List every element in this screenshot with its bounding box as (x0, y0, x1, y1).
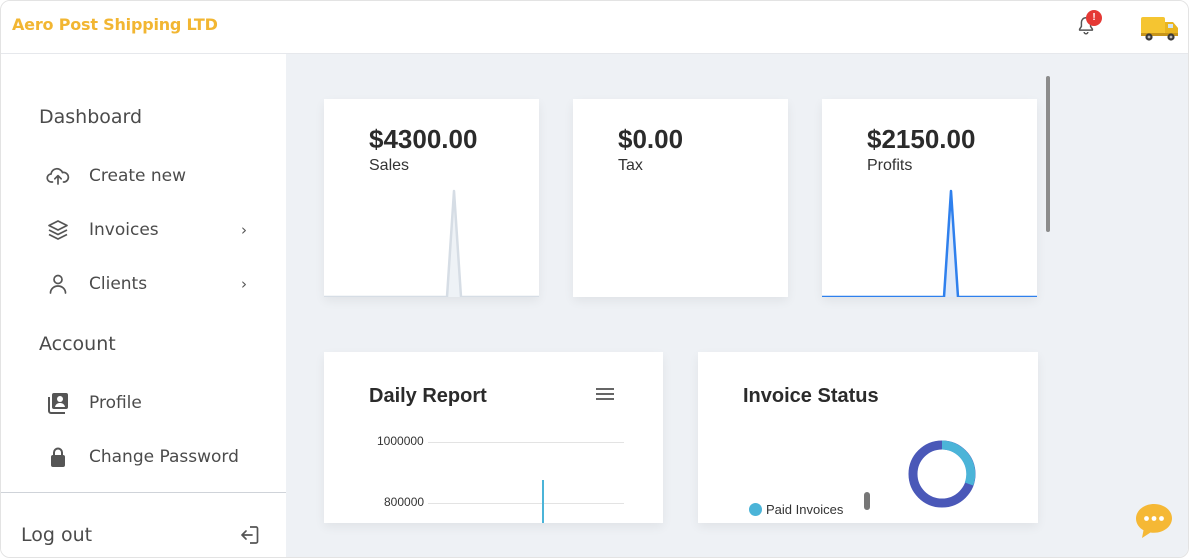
section-title-dashboard: Dashboard (39, 106, 143, 128)
sidebar-item-label: Change Password (89, 447, 239, 467)
invoice-status-card: Invoice Status Paid Invoices (698, 352, 1038, 523)
logout-icon (241, 526, 259, 544)
sales-sparkline (324, 189, 539, 297)
sidebar-item-change-password[interactable]: Change Password (46, 440, 261, 474)
profile-card-icon (46, 391, 74, 415)
truck-icon[interactable] (1139, 13, 1181, 43)
gridline (428, 503, 624, 504)
sidebar-item-label: Invoices (89, 220, 159, 240)
invoice-status-donut (908, 440, 976, 508)
lock-icon (46, 445, 74, 469)
brand-name[interactable]: Aero Post Shipping LTD (12, 15, 218, 34)
logout-button[interactable]: Log out (21, 518, 261, 552)
main-scrollbar[interactable] (1046, 76, 1050, 232)
sidebar-item-create-new[interactable]: Create new (46, 159, 261, 193)
sidebar-item-label: Create new (89, 166, 187, 186)
sidebar-item-label: Profile (89, 393, 142, 413)
user-icon (46, 272, 74, 296)
sidebar: Dashboard Create new Invoices › Clients … (1, 54, 286, 557)
legend-label: Paid Invoices (766, 502, 844, 517)
stat-card-tax: $0.00 Tax (573, 99, 788, 297)
card-title: Daily Report (369, 385, 487, 407)
sidebar-item-invoices[interactable]: Invoices › (46, 213, 261, 247)
hamburger-menu-icon[interactable] (596, 387, 614, 401)
chevron-right-icon: › (241, 221, 247, 239)
sidebar-divider (1, 492, 286, 493)
chevron-right-icon: › (241, 275, 247, 293)
sidebar-item-label: Clients (89, 274, 148, 294)
daily-report-card: Daily Report 1000000 800000 (324, 352, 663, 523)
sidebar-item-profile[interactable]: Profile (46, 386, 261, 420)
notification-badge: ! (1086, 10, 1102, 26)
top-bar: Aero Post Shipping LTD ! (1, 1, 1188, 54)
stat-card-sales: $4300.00 Sales (324, 99, 539, 297)
sidebar-item-clients[interactable]: Clients › (46, 267, 261, 301)
card-title: Invoice Status (743, 385, 879, 407)
y-tick-label: 1000000 (377, 434, 424, 448)
app-window: Aero Post Shipping LTD ! Dashboard Creat… (0, 0, 1189, 558)
logout-label: Log out (21, 524, 93, 546)
chat-icon[interactable] (1134, 502, 1174, 540)
stat-value: $0.00 (618, 124, 684, 154)
cloud-upload-icon (46, 164, 74, 188)
y-tick-label: 800000 (384, 495, 425, 509)
section-title-account: Account (39, 333, 116, 355)
layers-icon (46, 218, 74, 242)
stat-card-profits: $2150.00 Profits (822, 99, 1037, 297)
stat-label: Tax (618, 157, 643, 174)
legend-scroll-handle[interactable] (864, 492, 870, 510)
gridline (428, 442, 624, 443)
chart-bar (542, 480, 544, 523)
legend-marker (749, 503, 762, 516)
profits-sparkline (822, 189, 1037, 297)
chart-legend: Paid Invoices (749, 502, 843, 517)
